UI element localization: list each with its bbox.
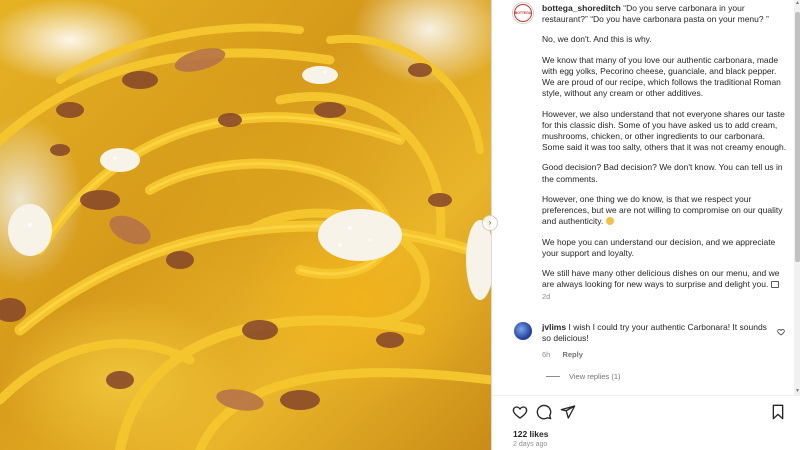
- share-icon[interactable]: [560, 404, 576, 420]
- caption-paragraph-5: Good decision? Bad decision? We don't kn…: [542, 162, 783, 184]
- post-actions: 122 likes 2 days ago: [492, 395, 800, 450]
- post-photo[interactable]: [0, 0, 491, 450]
- caption-paragraph-4: However, we also understand that not eve…: [542, 108, 787, 153]
- likes-count[interactable]: 122 likes: [513, 429, 548, 440]
- instagram-post-view: › BOTTEGA bottega_shoreditch “Do you ser…: [0, 0, 800, 450]
- comment-text: I wish I could try your authentic Carbon…: [542, 322, 767, 344]
- view-replies-button[interactable]: View replies (1): [492, 372, 800, 382]
- bookmark-icon[interactable]: [770, 404, 786, 420]
- commenter-username[interactable]: jvlims: [542, 322, 566, 332]
- comment-time: 6h: [542, 349, 551, 359]
- emoji-icon: [770, 281, 779, 289]
- comment-icon[interactable]: [536, 404, 552, 420]
- caption-paragraph-2: No, we don't. And this is why.: [542, 34, 652, 45]
- post-date: 2 days ago: [513, 441, 548, 448]
- caption-paragraph-6: However, one thing we do know, is that w…: [542, 193, 783, 227]
- post-detail-panel: BOTTEGA bottega_shoreditch “Do you serve…: [491, 0, 800, 450]
- pasta-illustration: [0, 23, 491, 450]
- author-username[interactable]: bottega_shoreditch: [542, 3, 621, 13]
- scroll-down-icon[interactable]: ▼: [794, 388, 800, 395]
- comments-scroll-area[interactable]: BOTTEGA bottega_shoreditch “Do you serve…: [492, 0, 800, 395]
- replies-divider: [546, 376, 560, 378]
- post-caption-block: BOTTEGA bottega_shoreditch “Do you serve…: [492, 0, 800, 302]
- author-avatar[interactable]: BOTTEGA: [512, 2, 534, 24]
- heart-icon[interactable]: [777, 328, 785, 336]
- scroll-up-icon[interactable]: ▲: [794, 0, 800, 7]
- comment-body: jvlims I wish I could try your authentic…: [542, 322, 775, 344]
- scrollbar-thumb[interactable]: [795, 12, 800, 262]
- comment-meta: 6h Reply: [542, 350, 775, 360]
- next-photo-button[interactable]: ›: [482, 215, 498, 231]
- caption-paragraph-7: We hope you can understand our decision,…: [542, 236, 776, 258]
- post-caption: bottega_shoreditch “Do you serve carbona…: [542, 3, 787, 302]
- view-replies-label: View replies (1): [569, 371, 621, 381]
- chevron-right-icon: ›: [488, 217, 492, 227]
- scrollbar[interactable]: ▲ ▼: [794, 0, 800, 395]
- commenter-avatar[interactable]: [514, 322, 532, 341]
- caption-paragraph-3: We know that many of you love our authen…: [542, 54, 781, 99]
- author-avatar-text: BOTTEGA: [514, 10, 532, 15]
- emoji-icon: [605, 217, 614, 226]
- post-time: 2d: [542, 292, 551, 302]
- heart-icon[interactable]: [512, 404, 528, 420]
- comment-item: jvlims I wish I could try your authentic…: [492, 322, 800, 359]
- reply-button[interactable]: Reply: [562, 350, 582, 359]
- caption-paragraph-8: We still have many other delicious dishe…: [542, 267, 780, 290]
